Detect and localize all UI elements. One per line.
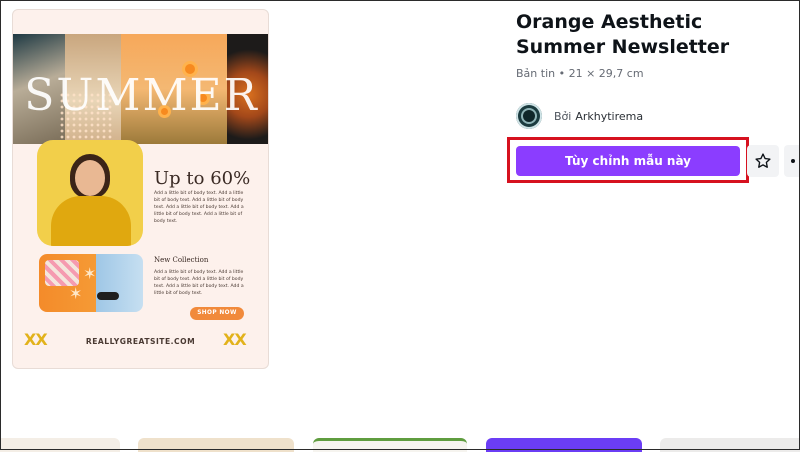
starfish-icon: ✶ <box>83 264 97 283</box>
model-photo <box>37 140 143 246</box>
towel-shape <box>45 260 79 286</box>
favorite-button[interactable] <box>747 145 779 177</box>
promo-text: Add a little bit of body text. Add a lit… <box>154 191 244 225</box>
template-subtitle: Bản tin • 21 × 29,7 cm <box>516 67 644 80</box>
model-face <box>75 160 105 196</box>
author-name[interactable]: Arkhytirema <box>575 110 643 123</box>
beach-items-photo: ✶ ✶ <box>39 254 143 312</box>
summer-banner-image: SUMMER <box>13 34 268 144</box>
sunglasses-shape <box>97 292 119 300</box>
template-title: Orange Aesthetic Summer Newsletter <box>516 11 730 58</box>
decor-x-mark: XX <box>223 330 247 349</box>
customize-template-button[interactable]: Tùy chỉnh mẫu này <box>516 146 740 176</box>
author-avatar[interactable] <box>516 103 542 129</box>
more-icon <box>791 159 795 163</box>
promo-title: Up to 60% <box>154 168 251 189</box>
template-preview[interactable]: SUMMER Up to 60% Add a little bit of bod… <box>12 9 269 369</box>
banner-headline: SUMMER <box>24 70 259 121</box>
collection-title: New Collection <box>154 256 209 264</box>
collection-text: Add a little bit of body text. Add a lit… <box>154 270 244 297</box>
starfish-icon: ✶ <box>69 284 83 303</box>
more-options-button[interactable] <box>784 145 800 177</box>
shop-now-label: SHOP NOW <box>190 307 244 320</box>
by-label: Bởi <box>554 109 572 123</box>
star-outline-icon <box>755 153 771 168</box>
model-jacket <box>51 196 131 246</box>
author-row[interactable]: Bởi Arkhytirema <box>516 103 643 129</box>
